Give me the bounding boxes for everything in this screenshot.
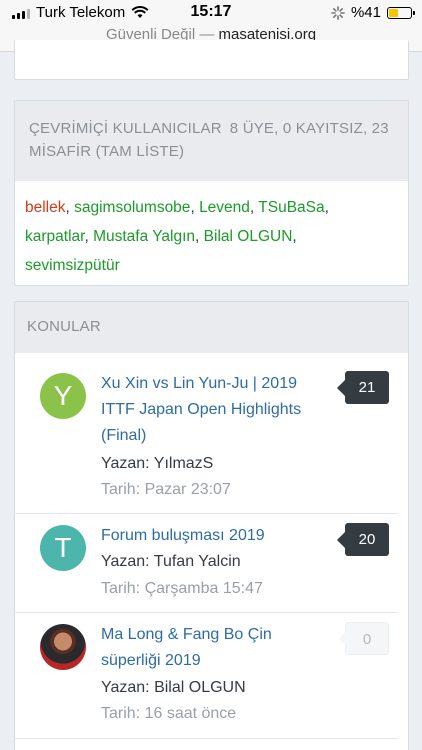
user-link[interactable]: Bilal OLGUN bbox=[204, 228, 293, 245]
topic-author: Yazan: Tufan Yalcin bbox=[101, 553, 241, 570]
topic-title-link[interactable]: Forum buluşması 2019 bbox=[101, 523, 331, 549]
topic-title-link[interactable]: Ma Long & Fang Bo Çin süperliği 2019 bbox=[101, 622, 331, 674]
divider bbox=[14, 513, 398, 514]
avatar[interactable]: T bbox=[40, 525, 86, 571]
avatar[interactable]: Y bbox=[40, 373, 86, 419]
online-users-header: ÇEVRİMİÇİ KULLANICILAR 8 ÜYE, 0 KAYITSIZ,… bbox=[15, 101, 408, 181]
loading-spinner-icon bbox=[331, 5, 345, 20]
topic-date: Tarih: Çarşamba 15:47 bbox=[101, 580, 263, 597]
topic-title-link[interactable]: Xu Xin vs Lin Yun-Ju | 2019 ITTF Japan O… bbox=[101, 371, 331, 449]
reply-count-badge: 20 bbox=[337, 523, 389, 556]
divider bbox=[14, 612, 398, 613]
online-users-list: bellek, sagimsolumsobe, Levend, TSuBaSa,… bbox=[25, 199, 329, 274]
previous-card bbox=[14, 40, 409, 80]
user-link[interactable]: bellek bbox=[25, 199, 66, 216]
topics-header: KONULAR bbox=[15, 302, 408, 353]
topic-author: Yazan: YılmazS bbox=[101, 455, 214, 472]
reply-count-badge: 0 bbox=[339, 622, 389, 655]
avatar-photo[interactable] bbox=[40, 624, 86, 670]
user-link[interactable]: TSuBaSa bbox=[258, 199, 324, 216]
topic-date: Tarih: 16 saat önce bbox=[101, 705, 237, 722]
online-users-card: ÇEVRİMİÇİ KULLANICILAR 8 ÜYE, 0 KAYITSIZ,… bbox=[14, 100, 409, 286]
user-link[interactable]: Levend bbox=[199, 199, 250, 216]
status-right: %41 bbox=[331, 4, 415, 21]
user-link[interactable]: sevimsizpütür bbox=[25, 257, 120, 274]
user-link[interactable]: Mustafa Yalgın bbox=[93, 228, 195, 245]
user-link[interactable]: karpatlar bbox=[25, 228, 84, 245]
topic-date: Tarih: Pazar 23:07 bbox=[101, 481, 231, 498]
user-link[interactable]: sagimsolumsobe bbox=[74, 199, 190, 216]
divider bbox=[14, 738, 398, 739]
battery-icon bbox=[387, 6, 415, 19]
battery-percent: %41 bbox=[350, 4, 381, 21]
reply-count-badge: 21 bbox=[337, 371, 389, 404]
topic-author: Yazan: Bilal OLGUN bbox=[101, 679, 246, 696]
online-users-title: ÇEVRİMİÇİ KULLANICILAR bbox=[29, 120, 222, 137]
